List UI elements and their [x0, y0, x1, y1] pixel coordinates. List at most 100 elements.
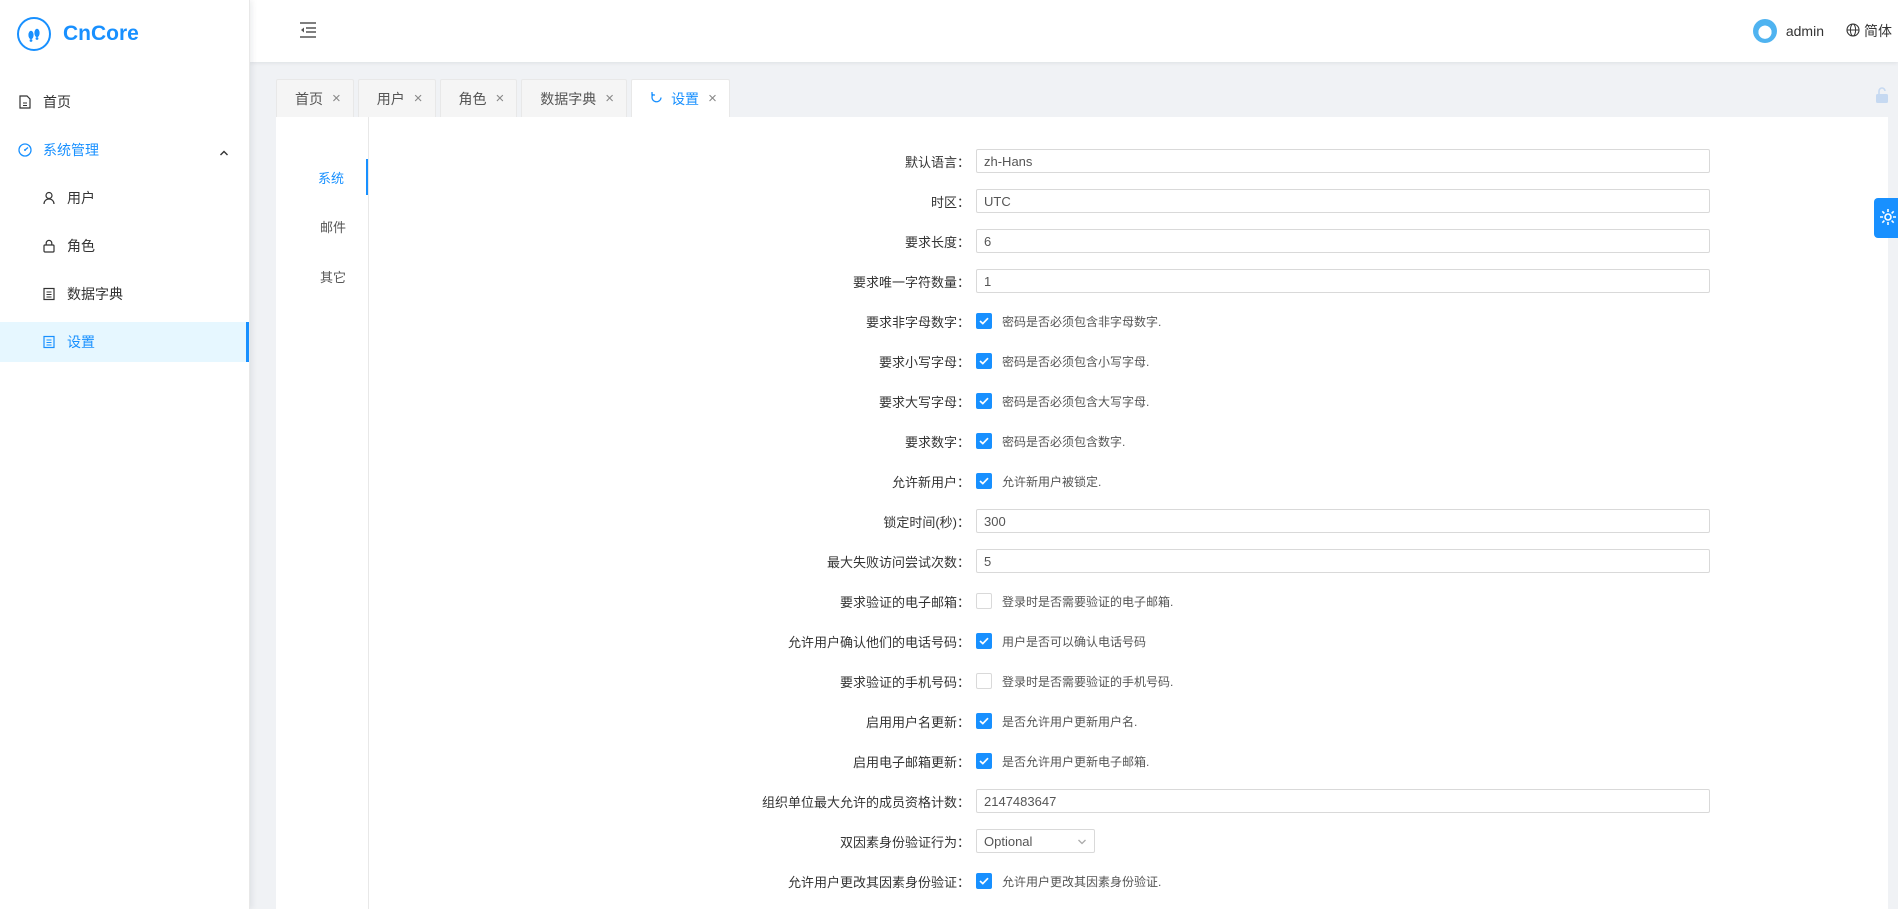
user-icon: [42, 191, 56, 205]
form-row: 要求长度：: [276, 228, 1710, 254]
lock-icon: [42, 239, 56, 253]
gear-icon: [1878, 207, 1898, 230]
sidebar: CnCore 首页 系统管理 用户 角色 数据字典 设置: [0, 0, 250, 909]
checkbox-label: 用户是否可以确认电话号码: [1002, 634, 1147, 649]
checkbox-label: 密码是否必须包含大写字母.: [1002, 394, 1150, 409]
field-label: 要求大写字母：: [878, 394, 970, 410]
check-icon: [979, 357, 989, 365]
tab-home[interactable]: 首页 ×: [276, 79, 354, 117]
tab-data-dictionary[interactable]: 数据字典 ×: [521, 79, 628, 117]
language-label: 简体: [1864, 23, 1892, 39]
tab-label: 角色: [458, 90, 487, 107]
close-icon[interactable]: ×: [332, 90, 341, 107]
checkbox-label: 是否允许用户更新电子邮箱.: [1002, 754, 1150, 769]
confirmed-phone-checkbox[interactable]: [976, 673, 992, 689]
digit-checkbox[interactable]: [976, 433, 992, 449]
field-label: 要求验证的电子邮箱：: [839, 594, 970, 610]
sidebar-item-label: 系统管理: [43, 142, 99, 158]
confirm-phone-checkbox[interactable]: [976, 633, 992, 649]
default-language-input[interactable]: [976, 149, 1710, 173]
sidebar-item-roles[interactable]: 角色: [0, 226, 249, 266]
setting-drawer-button[interactable]: [1874, 198, 1898, 238]
unlock-icon[interactable]: [1874, 86, 1890, 107]
allow-new-users-checkbox[interactable]: [976, 473, 992, 489]
unique-chars-input[interactable]: [976, 269, 1710, 293]
form-row: 默认语言：: [276, 148, 1710, 174]
reload-icon[interactable]: [650, 91, 663, 107]
app-name: CnCore: [63, 22, 139, 45]
lockout-duration-input[interactable]: [976, 509, 1710, 533]
avatar[interactable]: [1752, 19, 1777, 43]
username-update-checkbox[interactable]: [976, 713, 992, 729]
field-label: 要求小写字母：: [878, 354, 970, 370]
non-alphanumeric-checkbox[interactable]: [976, 313, 992, 329]
two-factor-behaviour-select[interactable]: Optional: [976, 829, 1095, 853]
header-right: admin 简体: [1752, 0, 1892, 62]
form-row: 最大失败访问尝试次数：: [276, 548, 1710, 574]
field-label: 要求数字：: [904, 434, 970, 450]
check-icon: [979, 757, 989, 765]
sidebar-item-data-dictionary[interactable]: 数据字典: [0, 274, 249, 314]
profile-icon: [42, 335, 56, 349]
username[interactable]: admin: [1786, 23, 1824, 39]
page-tabs: 首页 × 用户 × 角色 × 数据字典 × 设置 ×: [276, 79, 734, 117]
form-row: 要求大写字母： 密码是否必须包含大写字母.: [276, 388, 1436, 414]
close-icon[interactable]: ×: [496, 90, 505, 107]
close-icon[interactable]: ×: [414, 90, 423, 107]
email-update-checkbox[interactable]: [976, 753, 992, 769]
sidebar-item-label: 用户: [67, 190, 95, 206]
menu-fold-icon[interactable]: [298, 20, 318, 40]
max-membership-input[interactable]: [976, 789, 1710, 813]
checkbox-label: 登录时是否需要验证的电子邮箱.: [1002, 594, 1174, 609]
checkbox-label: 密码是否必须包含非字母数字.: [1002, 314, 1162, 329]
select-value: Optional: [984, 833, 1033, 849]
timezone-input[interactable]: [976, 189, 1710, 213]
lowercase-checkbox[interactable]: [976, 353, 992, 369]
checkbox-label: 允许新用户被锁定.: [1002, 474, 1102, 489]
max-failed-attempts-input[interactable]: [976, 549, 1710, 573]
close-icon[interactable]: ×: [708, 90, 717, 107]
form-row: 启用电子邮箱更新： 是否允许用户更新电子邮箱.: [276, 748, 1436, 774]
side-menu: 首页 系统管理 用户 角色 数据字典 设置: [0, 82, 249, 362]
required-length-input[interactable]: [976, 229, 1710, 253]
field-label: 允许新用户：: [891, 474, 970, 490]
logo[interactable]: CnCore: [0, 0, 249, 68]
field-label: 启用电子邮箱更新：: [852, 754, 970, 770]
language-switcher[interactable]: 简体: [1846, 21, 1892, 41]
tab-users[interactable]: 用户 ×: [357, 79, 436, 117]
field-label: 要求唯一字符数量：: [852, 274, 970, 290]
form-row: 要求验证的手机号码： 登录时是否需要验证的手机号码.: [276, 668, 1436, 694]
confirmed-email-checkbox[interactable]: [976, 593, 992, 609]
field-label: 组织单位最大允许的成员资格计数：: [761, 794, 970, 810]
field-label: 要求验证的手机号码：: [839, 674, 970, 690]
field-label: 双因素身份验证行为：: [839, 834, 970, 850]
form-row: 时区：: [276, 188, 1710, 214]
tab-roles[interactable]: 角色 ×: [439, 79, 518, 117]
check-icon: [979, 437, 989, 445]
field-label: 要求非字母数字：: [865, 314, 970, 330]
field-label: 要求长度：: [904, 234, 970, 250]
sidebar-item-system-management[interactable]: 系统管理: [0, 130, 249, 170]
close-icon[interactable]: ×: [605, 90, 614, 107]
sidebar-item-label: 设置: [67, 334, 95, 350]
tab-label: 设置: [671, 90, 700, 107]
file-icon: [18, 95, 32, 109]
profile-icon: [42, 287, 56, 301]
form-row: 允许用户确认他们的电话号码： 用户是否可以确认电话号码: [276, 628, 1436, 654]
sidebar-item-label: 首页: [43, 94, 71, 110]
field-label: 启用用户名更新：: [865, 714, 970, 730]
sidebar-item-label: 数据字典: [67, 286, 123, 302]
allow-change-2fa-checkbox[interactable]: [976, 873, 992, 889]
form-row: 启用用户名更新： 是否允许用户更新用户名.: [276, 708, 1436, 734]
footprint-logo-icon: [17, 17, 51, 51]
uppercase-checkbox[interactable]: [976, 393, 992, 409]
check-icon: [979, 877, 989, 885]
sidebar-item-home[interactable]: 首页: [0, 82, 249, 122]
tab-settings[interactable]: 设置 ×: [631, 79, 730, 117]
sidebar-item-users[interactable]: 用户: [0, 178, 249, 218]
field-label: 允许用户更改其因素身份验证：: [787, 874, 970, 890]
check-icon: [979, 717, 989, 725]
form-row: 允许新用户： 允许新用户被锁定.: [276, 468, 1436, 494]
sidebar-item-settings[interactable]: 设置: [0, 322, 249, 362]
form-row: 要求非字母数字： 密码是否必须包含非字母数字.: [276, 308, 1436, 334]
